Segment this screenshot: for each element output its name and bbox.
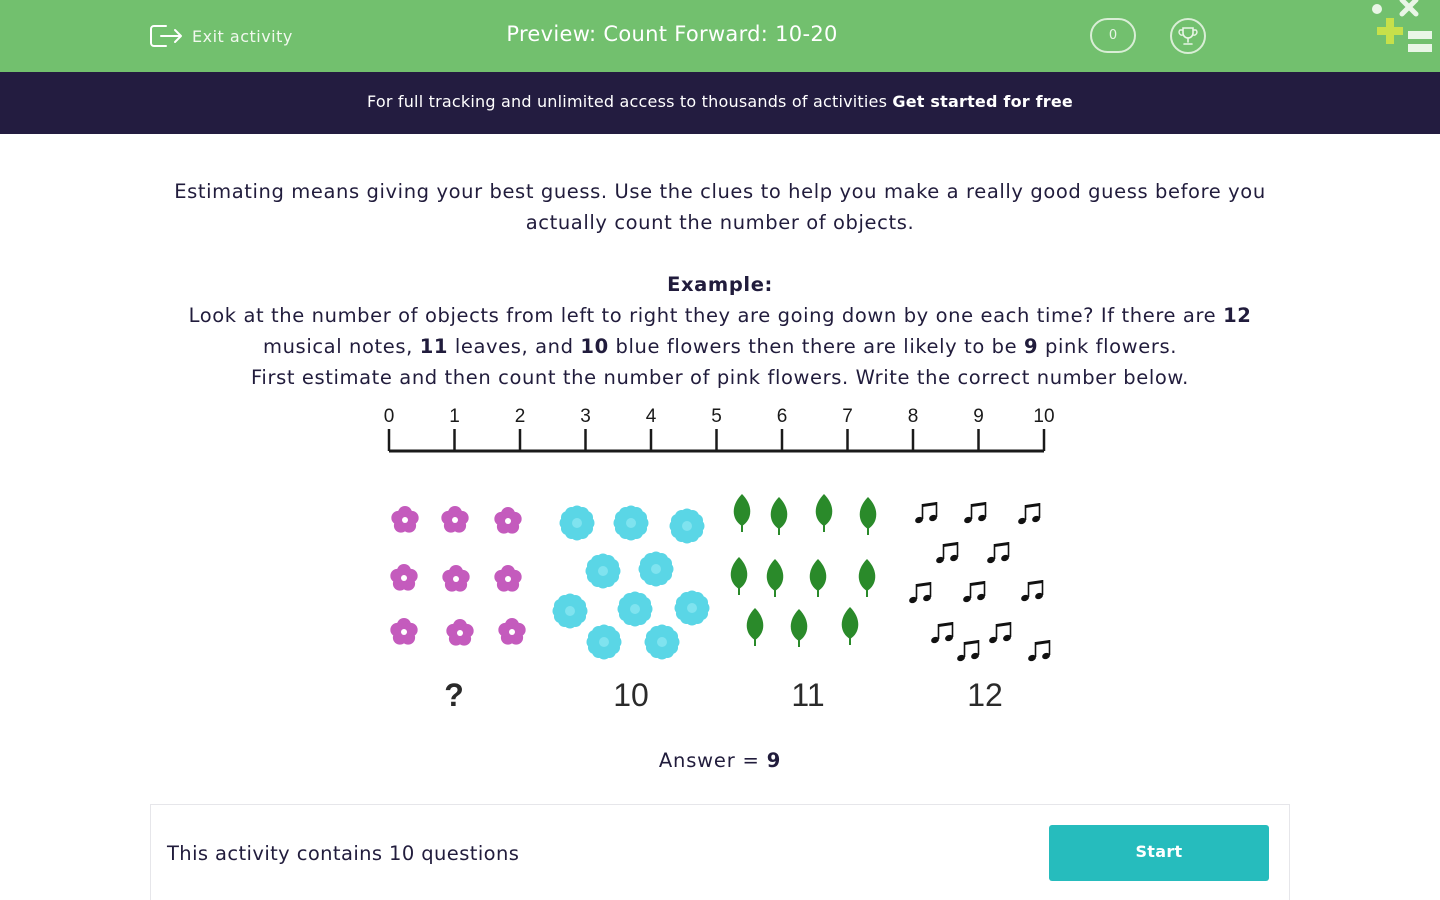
blue-flower	[613, 505, 649, 541]
leaf	[733, 494, 751, 532]
trophy-icon	[1178, 27, 1198, 45]
number-line-label: 6	[777, 406, 788, 427]
answer-line: Answer = 9	[0, 749, 1440, 772]
number-line-label: 0	[384, 406, 395, 427]
blue-flower	[585, 553, 621, 589]
promo-text: For full tracking and unlimited access t…	[367, 92, 893, 111]
musical-note	[915, 502, 938, 524]
blue-flower	[644, 624, 680, 660]
number-line-label: 5	[711, 406, 722, 427]
score-counter: 0	[1090, 18, 1136, 53]
question-text: Estimating means giving your best guess.…	[150, 176, 1290, 393]
blue-flower	[638, 551, 674, 587]
question-figure: 0 1 2 3 4 5 6 7 8 9 10? 10 11 12	[370, 400, 1070, 720]
leaf	[770, 497, 788, 535]
musical-note	[1018, 503, 1041, 525]
number-line-label: 1	[449, 406, 460, 427]
number-line-label: 4	[646, 406, 657, 427]
pink-flower	[390, 618, 418, 645]
pink-flower	[498, 618, 526, 645]
blue-flower	[617, 591, 653, 627]
musical-note	[936, 542, 959, 564]
pink-flower	[446, 619, 474, 646]
number-line-label: 9	[973, 406, 984, 427]
musical-note	[1028, 640, 1051, 662]
number-line-label: 10	[1033, 406, 1054, 427]
get-started-link[interactable]: Get started for free	[892, 92, 1073, 111]
musical-note	[989, 622, 1012, 644]
pink-flower	[390, 564, 418, 591]
number-line-label: 3	[580, 406, 591, 427]
blue-flower	[586, 624, 622, 660]
group-count-label: ?	[444, 677, 464, 713]
group-count-label: 11	[791, 677, 824, 713]
leaf	[858, 559, 876, 597]
page-title: Preview: Count Forward: 10-20	[506, 22, 838, 46]
pink-flower	[391, 506, 419, 533]
leaf	[841, 607, 859, 645]
leaf	[859, 497, 877, 535]
pink-flower	[442, 565, 470, 592]
activity-footer: This activity contains 10 questions Star…	[150, 804, 1290, 900]
promo-banner: For full tracking and unlimited access t…	[0, 72, 1440, 134]
blue-flower	[674, 590, 710, 626]
pink-flower	[441, 506, 469, 533]
blue-flower	[559, 505, 595, 541]
blue-flower	[552, 593, 588, 629]
estimation-illustration: 0 1 2 3 4 5 6 7 8 9 10? 10 11 12	[384, 406, 1055, 713]
top-bar: Exit activity Preview: Count Forward: 10…	[0, 0, 1440, 72]
example-line-1: Look at the number of objects from left …	[188, 304, 1252, 358]
intro-text: Estimating means giving your best guess.…	[174, 180, 1266, 234]
answer-value: 9	[766, 749, 782, 772]
musical-note	[963, 581, 986, 603]
activity-question-count: This activity contains 10 questions	[167, 842, 520, 865]
example-line-2: First estimate and then count the number…	[251, 366, 1189, 389]
answer-label: Answer =	[658, 749, 767, 772]
pink-flower	[494, 507, 522, 534]
example-heading: Example:	[667, 273, 773, 296]
trophy-button[interactable]	[1170, 18, 1206, 54]
blue-flower	[669, 508, 705, 544]
musical-note	[909, 582, 932, 604]
musical-note	[964, 502, 987, 524]
number-line-label: 2	[515, 406, 526, 427]
brand-logo	[1366, 0, 1436, 56]
group-count-label: 10	[613, 677, 649, 713]
leaf	[746, 608, 764, 646]
musical-note	[957, 640, 980, 662]
leaf	[809, 559, 827, 597]
leaf	[766, 559, 784, 597]
musical-note	[931, 622, 954, 644]
musical-note	[987, 542, 1010, 564]
group-count-label: 12	[967, 677, 1003, 713]
number-line-label: 7	[842, 406, 853, 427]
leaf	[790, 609, 808, 647]
start-button[interactable]: Start	[1049, 825, 1269, 881]
pink-flower	[494, 565, 522, 592]
musical-note	[1021, 580, 1044, 602]
leaf	[730, 557, 748, 595]
leaf	[815, 494, 833, 532]
number-line-label: 8	[908, 406, 919, 427]
